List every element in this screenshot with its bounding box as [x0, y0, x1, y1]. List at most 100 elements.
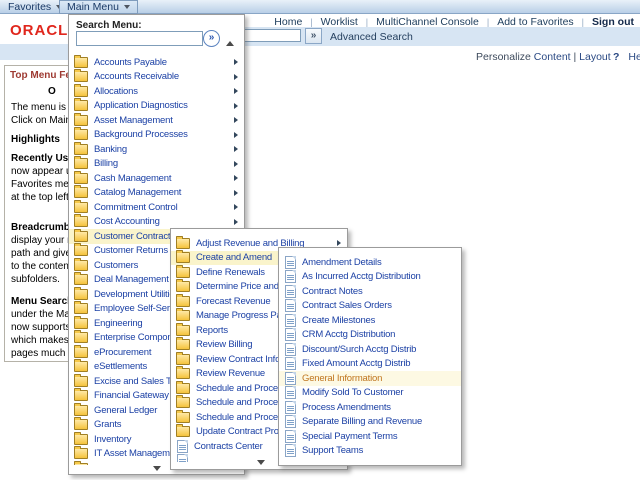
menu-item-label: Create and Amend — [196, 252, 272, 263]
folder-icon — [176, 339, 190, 350]
submenu-arrow-icon — [337, 240, 341, 246]
folder-icon — [74, 71, 88, 82]
submenu-arrow-icon — [234, 88, 238, 94]
folder-icon — [74, 260, 88, 271]
folder-icon — [176, 397, 190, 408]
menu-item-label: Reports — [196, 325, 228, 336]
folder-icon — [74, 419, 88, 430]
page-icon — [285, 430, 296, 443]
personalize-content-link[interactable]: Content — [534, 51, 571, 63]
menu-item-label: eProcurement — [94, 347, 151, 358]
folder-icon — [176, 281, 190, 292]
nav-separator: | — [302, 17, 320, 27]
submenu-arrow-icon — [234, 175, 238, 181]
menu-item-allocations[interactable]: Allocations — [69, 84, 244, 99]
menu-item-contract-sales-orders[interactable]: Contract Sales Orders — [279, 299, 461, 314]
menu-item-accounts-receivable[interactable]: Accounts Receivable — [69, 70, 244, 85]
page-icon — [177, 454, 188, 462]
submenu-arrow-icon — [234, 219, 238, 225]
menu-item-fixed-amount-acctg-distrib[interactable]: Fixed Amount Acctg Distrib — [279, 357, 461, 372]
menu-item-separate-billing-and-revenue[interactable]: Separate Billing and Revenue — [279, 415, 461, 430]
folder-icon — [176, 310, 190, 321]
folder-icon — [74, 158, 88, 169]
personalize-layout-link[interactable]: Layout — [579, 51, 611, 63]
folder-icon — [176, 383, 190, 394]
menu-item-billing[interactable]: Billing — [69, 157, 244, 172]
menu-item-general-information[interactable]: General Information — [279, 371, 461, 386]
submenu-arrow-icon — [234, 59, 238, 65]
page-icon — [285, 299, 296, 312]
menu-search-go-button[interactable]: » — [203, 30, 220, 47]
page-icon — [285, 285, 296, 298]
menu-item-accounts-payable[interactable]: Accounts Payable — [69, 55, 244, 70]
pagelet-paragraph-term: Breadcrumbs — [11, 222, 75, 233]
folder-icon — [74, 376, 88, 387]
menu-item-label: Inventory — [94, 434, 131, 445]
folder-icon — [74, 173, 88, 184]
nav-separator: | — [574, 17, 592, 27]
page-icon — [285, 372, 296, 385]
menu-item-asset-management[interactable]: Asset Management — [69, 113, 244, 128]
menu-item-special-payment-terms[interactable]: Special Payment Terms — [279, 429, 461, 444]
triangle-down-icon — [153, 466, 161, 471]
menu-item-label: Cost Accounting — [94, 216, 160, 227]
triangle-down-icon — [257, 460, 265, 465]
menu-item-contract-notes[interactable]: Contract Notes — [279, 284, 461, 299]
folder-icon — [176, 354, 190, 365]
menu-item-label: Process Amendments — [302, 402, 391, 413]
menu-item-support-teams[interactable]: Support Teams — [279, 444, 461, 459]
menu-item-label: CRM Acctg Distribution — [302, 329, 395, 340]
folder-icon — [176, 267, 190, 278]
page-icon — [285, 270, 296, 283]
header-search-go-button[interactable]: » — [305, 28, 322, 44]
menu-item-banking[interactable]: Banking — [69, 142, 244, 157]
page-icon — [285, 328, 296, 341]
menu-item-label: Allocations — [94, 86, 138, 97]
scroll-down-arrow[interactable] — [153, 466, 161, 471]
help-link[interactable]: Help — [628, 51, 640, 63]
menu-item-label: Commitment Control — [94, 202, 178, 213]
menu-item-amendment-details[interactable]: Amendment Details — [279, 255, 461, 270]
menu-item-create-milestones[interactable]: Create Milestones — [279, 313, 461, 328]
scroll-down-arrow[interactable] — [257, 460, 265, 465]
menu-item-crm-acctg-distribution[interactable]: CRM Acctg Distribution — [279, 328, 461, 343]
menu-item-discount-surch-acctg-distrib[interactable]: Discount/Surch Acctg Distrib — [279, 342, 461, 357]
menu-item-cost-accounting[interactable]: Cost Accounting — [69, 215, 244, 230]
menu-item-label: Fixed Amount Acctg Distrib — [302, 358, 410, 369]
personalize-label: Personalize — [476, 51, 531, 63]
menu-item-as-incurred-acctg-distribution[interactable]: As Incurred Acctg Distribution — [279, 270, 461, 285]
menu-item-modify-sold-to-customer[interactable]: Modify Sold To Customer — [279, 386, 461, 401]
menu-item-commitment-control[interactable]: Commitment Control — [69, 200, 244, 215]
folder-icon — [74, 390, 88, 401]
menu-item-cash-management[interactable]: Cash Management — [69, 171, 244, 186]
menu-item-label: Deal Management — [94, 274, 169, 285]
favorites-menu-button[interactable]: Favorites — [8, 1, 62, 13]
folder-icon — [74, 231, 88, 242]
folder-icon — [74, 115, 88, 126]
folder-icon — [74, 100, 88, 111]
folder-icon — [74, 405, 88, 416]
menu-item-background-processes[interactable]: Background Processes — [69, 128, 244, 143]
folder-icon — [74, 448, 88, 459]
folder-icon — [74, 463, 88, 465]
menu-item-label: General Information — [302, 373, 382, 384]
header-bar-left-strip — [0, 44, 68, 60]
header-search-input[interactable] — [237, 29, 301, 42]
top-nav-bar: Favorites Main Menu — [0, 0, 640, 14]
folder-icon — [74, 216, 88, 227]
menu-item-label: Create Milestones — [302, 315, 375, 326]
scroll-up-arrow[interactable] — [226, 41, 234, 46]
folder-icon — [74, 303, 88, 314]
page-icon — [285, 415, 296, 428]
peoplesoft-application: Favorites Main Menu ORACLE Home|Worklist… — [0, 0, 640, 480]
menu-search-input[interactable] — [76, 31, 203, 46]
help-icon[interactable]: ? — [613, 51, 619, 63]
menu-item-label: Application Diagnostics — [94, 100, 188, 111]
advanced-search-link[interactable]: Advanced Search — [330, 31, 413, 43]
folder-icon — [176, 252, 190, 263]
main-menu-button[interactable]: Main Menu — [59, 0, 138, 14]
menu-item-catalog-management[interactable]: Catalog Management — [69, 186, 244, 201]
menu-item-process-amendments[interactable]: Process Amendments — [279, 400, 461, 415]
menu-item-label: Customer Returns — [94, 245, 168, 256]
menu-item-application-diagnostics[interactable]: Application Diagnostics — [69, 99, 244, 114]
